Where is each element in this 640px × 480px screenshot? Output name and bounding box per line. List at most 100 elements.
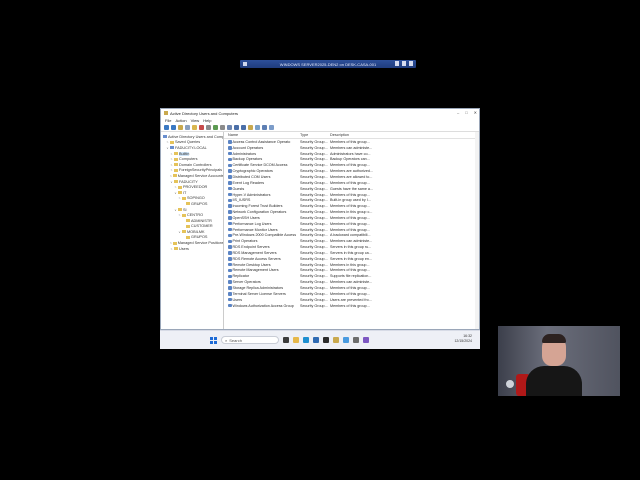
collapse-icon[interactable]: v: [166, 146, 169, 150]
folder-icon: [186, 235, 190, 239]
find-icon[interactable]: [262, 124, 267, 130]
cell-type: Security Group...: [300, 297, 328, 302]
cell-type: Security Group...: [300, 169, 328, 174]
column-header-type[interactable]: Type: [300, 133, 330, 137]
security-group-icon: [228, 280, 232, 284]
menu-item-file[interactable]: File: [165, 118, 171, 123]
table-row[interactable]: Windows Authorization Access Group Securi…: [224, 303, 479, 309]
terminal-icon[interactable]: [323, 337, 329, 343]
start-button[interactable]: [210, 336, 217, 344]
cell-name: Network Configuration Operators: [224, 210, 300, 214]
search-icon: ⌕: [225, 337, 228, 343]
pin-icon[interactable]: [243, 62, 247, 66]
store-icon[interactable]: [363, 337, 369, 343]
rdp-restore-icon[interactable]: [402, 61, 406, 66]
properties-icon[interactable]: [206, 124, 211, 130]
cell-description: Members of this group...: [330, 221, 370, 226]
cell-description: Members can administe...: [330, 145, 373, 150]
expand-icon[interactable]: >: [170, 247, 173, 251]
settings-icon[interactable]: [353, 337, 359, 343]
column-header-name[interactable]: Name: [224, 133, 300, 137]
forward-icon[interactable]: [171, 124, 176, 130]
collapse-icon[interactable]: v: [174, 208, 177, 212]
expand-icon[interactable]: >: [178, 213, 181, 217]
folder-icon: [174, 157, 178, 161]
security-group-icon: [228, 239, 232, 244]
rdp-minimize-icon[interactable]: [395, 61, 399, 66]
new-user-icon[interactable]: [234, 124, 239, 130]
rdp-close-icon[interactable]: [409, 61, 413, 66]
cell-type: Security Group...: [300, 198, 328, 203]
cell-name: Terminal Server License Servers: [224, 292, 300, 296]
filter-icon[interactable]: [255, 124, 260, 130]
notepad-icon[interactable]: [343, 337, 349, 343]
taskbar-search-box[interactable]: ⌕ Search: [221, 336, 279, 344]
delete-icon[interactable]: [199, 124, 204, 130]
show-tree-icon[interactable]: [185, 124, 190, 130]
expand-icon[interactable]: >: [170, 157, 173, 161]
new-group-icon[interactable]: [241, 124, 246, 130]
expand-icon[interactable]: >: [170, 174, 172, 178]
cell-type: Security Group...: [300, 245, 328, 250]
rdp-window-controls: [395, 61, 413, 66]
tree-node[interactable]: > Managed Service Positions: [161, 240, 223, 246]
menu-item-action[interactable]: Action: [175, 118, 186, 123]
collapse-icon[interactable]: v: [174, 191, 177, 195]
security-group-icon: [228, 140, 232, 144]
folder-icon: [186, 202, 190, 206]
cell-description: Members of this group...: [330, 227, 370, 232]
security-group-icon: [228, 297, 232, 302]
security-group-icon: [228, 257, 232, 261]
tree-node[interactable]: > Managed Service Accounts: [161, 173, 223, 179]
system-clock[interactable]: 16:32 12/15/2024: [454, 334, 472, 344]
expand-icon[interactable]: >: [170, 168, 173, 172]
tree-node[interactable]: > ForeignSecurityPrincipals: [161, 168, 223, 174]
new-ou-icon[interactable]: [248, 124, 253, 130]
expand-icon[interactable]: >: [170, 241, 172, 245]
column-header-description[interactable]: Description: [330, 133, 380, 137]
cell-type: Security Group...: [300, 262, 328, 267]
close-button[interactable]: ✕: [474, 110, 477, 115]
tree-node[interactable]: Active Directory Users and Computers: [161, 134, 223, 140]
cell-type: Security Group...: [300, 163, 328, 168]
expand-icon[interactable]: >: [178, 196, 181, 200]
aduc-taskbar-icon[interactable]: [333, 337, 339, 343]
expand-icon[interactable]: >: [174, 185, 177, 189]
expand-icon[interactable]: >: [166, 140, 169, 144]
group-name: RDS Endpoint Servers: [232, 245, 270, 250]
refresh-icon[interactable]: [213, 124, 218, 130]
expand-icon[interactable]: >: [170, 163, 173, 167]
group-name: Certificate Service DCOM Access: [232, 163, 288, 168]
file-explorer-icon[interactable]: [293, 337, 299, 343]
cell-description: Members of this group...: [330, 192, 370, 197]
server-manager-icon[interactable]: [313, 337, 319, 343]
minimize-button[interactable]: –: [457, 110, 459, 115]
menu-item-view[interactable]: View: [191, 118, 200, 123]
export-list-icon[interactable]: [220, 124, 225, 130]
rdp-connection-bar[interactable]: WINDOWS SERVER2025-DEN2 on DESK-CASA-001: [240, 60, 416, 68]
back-icon[interactable]: [164, 124, 169, 130]
tree-node[interactable]: > Users: [161, 246, 223, 252]
group-name: Users: [232, 297, 243, 302]
group-name: RDS Management Servers: [232, 250, 277, 255]
collapse-icon[interactable]: v: [178, 230, 181, 234]
cell-name: Certificate Service DCOM Access: [224, 163, 300, 167]
cell-name: Remote Desktop Users: [224, 263, 300, 267]
menu-item-help[interactable]: Help: [203, 118, 211, 123]
collapse-icon[interactable]: v: [170, 180, 173, 184]
list-scrollbar[interactable]: [475, 132, 479, 329]
security-group-icon: [228, 274, 232, 279]
help-icon[interactable]: [227, 124, 232, 130]
add-to-group-icon[interactable]: [269, 124, 274, 130]
group-name: Terminal Server License Servers: [232, 291, 286, 296]
maximize-button[interactable]: □: [465, 110, 467, 115]
task-view-icon[interactable]: [283, 337, 289, 343]
up-folder-icon[interactable]: [178, 124, 183, 130]
expand-icon[interactable]: >: [170, 152, 173, 156]
title-bar[interactable]: Active Directory Users and Computers – □…: [161, 109, 479, 117]
copy-icon[interactable]: [192, 124, 197, 130]
group-list: Access Control Assistance Operato Securit…: [224, 139, 479, 308]
folder-icon: [186, 219, 190, 223]
edge-icon[interactable]: [303, 337, 309, 343]
cell-type: Security Group...: [300, 204, 328, 209]
